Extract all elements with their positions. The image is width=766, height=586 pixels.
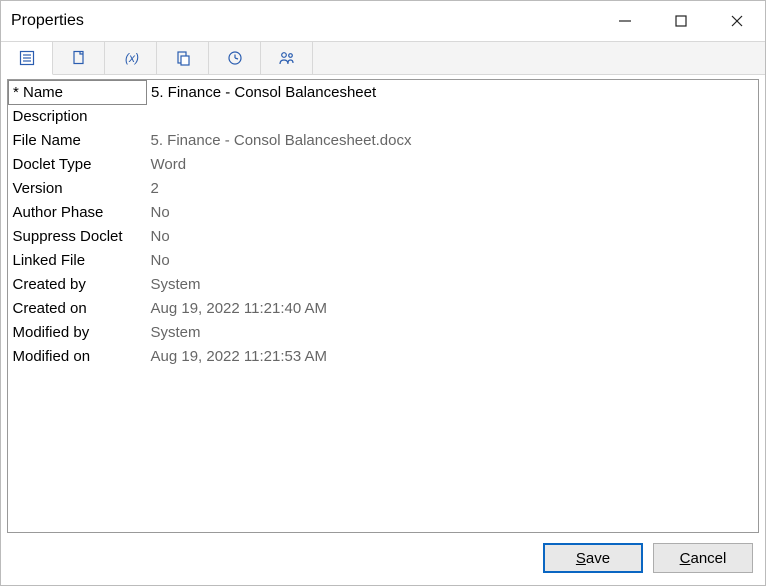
close-icon	[730, 14, 744, 28]
value-modified-on: Aug 19, 2022 11:21:53 AM	[147, 345, 759, 369]
content-area: * Name 5. Finance - Consol Balancesheet …	[1, 75, 765, 585]
label-version: Version	[9, 177, 147, 201]
maximize-button[interactable]	[653, 1, 709, 41]
value-suppress-doclet: No	[147, 225, 759, 249]
label-file-name: File Name	[9, 129, 147, 153]
value-modified-by: System	[147, 321, 759, 345]
label-doclet-type: Doclet Type	[9, 153, 147, 177]
properties-list-icon	[19, 50, 35, 66]
value-version: 2	[147, 177, 759, 201]
row-suppress-doclet: Suppress Doclet No	[9, 225, 759, 249]
svg-text:(x): (x)	[125, 51, 139, 65]
window-title: Properties	[11, 12, 84, 30]
tab-toolbar: (x)	[1, 41, 765, 75]
titlebar: Properties	[1, 1, 765, 41]
clock-icon	[227, 50, 243, 66]
tab-variables[interactable]: (x)	[105, 42, 157, 74]
row-author-phase: Author Phase No	[9, 201, 759, 225]
minimize-button[interactable]	[597, 1, 653, 41]
properties-dialog: Properties	[0, 0, 766, 586]
row-name: * Name 5. Finance - Consol Balancesheet	[9, 81, 759, 105]
label-created-by: Created by	[9, 273, 147, 297]
cancel-label: Cancel	[680, 550, 727, 567]
cancel-button[interactable]: Cancel	[653, 543, 753, 573]
save-label: Save	[576, 550, 610, 567]
label-name: * Name	[9, 81, 147, 105]
tab-copy-sheet[interactable]	[53, 42, 105, 74]
row-linked-file: Linked File No	[9, 249, 759, 273]
row-version: Version 2	[9, 177, 759, 201]
label-author-phase: Author Phase	[9, 201, 147, 225]
close-button[interactable]	[709, 1, 765, 41]
value-description[interactable]	[147, 105, 759, 129]
value-created-by: System	[147, 273, 759, 297]
label-modified-on: Modified on	[9, 345, 147, 369]
value-file-name: 5. Finance - Consol Balancesheet.docx	[147, 129, 759, 153]
label-created-on: Created on	[9, 297, 147, 321]
minimize-icon	[618, 14, 632, 28]
label-linked-file: Linked File	[9, 249, 147, 273]
label-suppress-doclet: Suppress Doclet	[9, 225, 147, 249]
label-description: Description	[9, 105, 147, 129]
row-created-by: Created by System	[9, 273, 759, 297]
users-icon	[278, 50, 296, 66]
value-author-phase: No	[147, 201, 759, 225]
tab-history[interactable]	[209, 42, 261, 74]
row-modified-by: Modified by System	[9, 321, 759, 345]
tab-users[interactable]	[261, 42, 313, 74]
row-description: Description	[9, 105, 759, 129]
value-created-on: Aug 19, 2022 11:21:40 AM	[147, 297, 759, 321]
paste-icon	[175, 50, 191, 66]
row-modified-on: Modified on Aug 19, 2022 11:21:53 AM	[9, 345, 759, 369]
copy-sheet-icon	[71, 50, 87, 66]
label-modified-by: Modified by	[9, 321, 147, 345]
dialog-buttons: Save Cancel	[7, 533, 759, 579]
row-file-name: File Name 5. Finance - Consol Balanceshe…	[9, 129, 759, 153]
row-created-on: Created on Aug 19, 2022 11:21:40 AM	[9, 297, 759, 321]
row-doclet-type: Doclet Type Word	[9, 153, 759, 177]
maximize-icon	[674, 14, 688, 28]
value-linked-file: No	[147, 249, 759, 273]
property-grid: * Name 5. Finance - Consol Balancesheet …	[7, 79, 759, 533]
variable-x-icon: (x)	[123, 50, 139, 66]
tab-paste[interactable]	[157, 42, 209, 74]
save-button[interactable]: Save	[543, 543, 643, 573]
value-name[interactable]: 5. Finance - Consol Balancesheet	[147, 81, 759, 105]
tab-properties[interactable]	[1, 42, 53, 75]
value-doclet-type: Word	[147, 153, 759, 177]
window-controls	[597, 1, 765, 41]
